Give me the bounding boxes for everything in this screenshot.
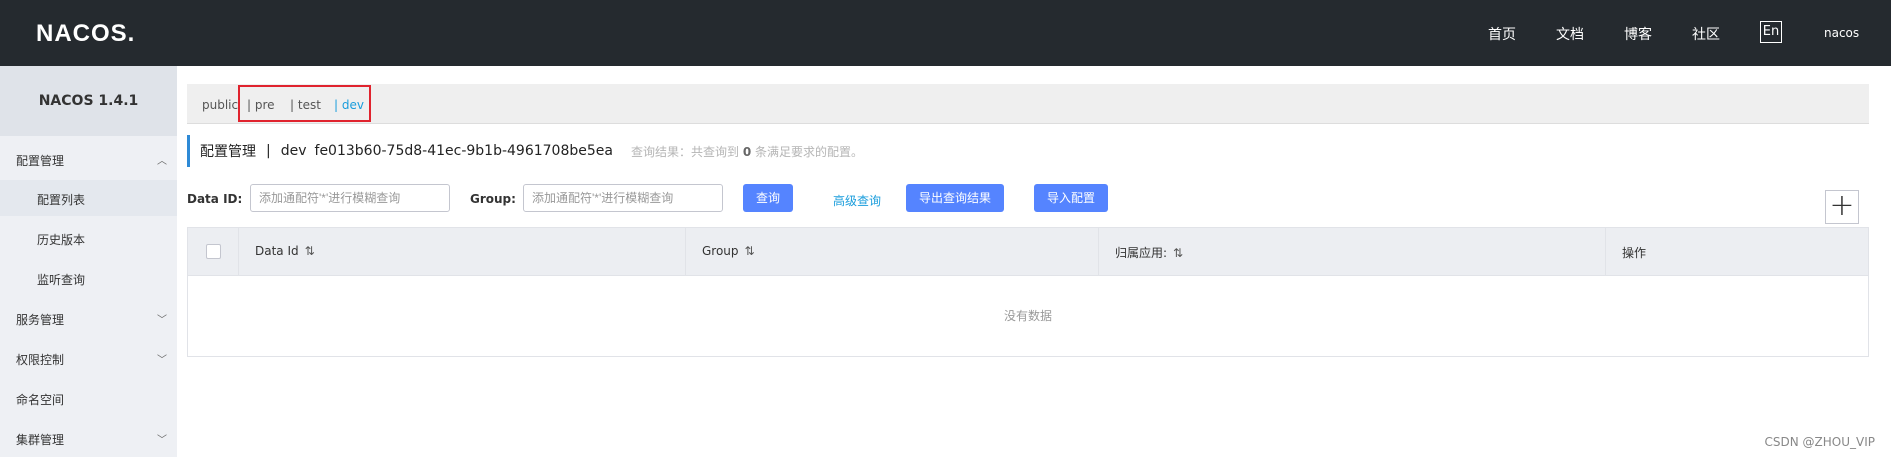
- import-config-button[interactable]: 导入配置: [1034, 184, 1108, 212]
- result-prefix: 查询结果：共查询到: [630, 144, 739, 159]
- sidebar-item-label: 历史版本: [37, 233, 86, 247]
- chevron-down-icon: ﹀: [157, 315, 167, 326]
- nav-docs[interactable]: 文档: [1556, 24, 1584, 44]
- column-app[interactable]: 归属应用: ⇅: [1099, 228, 1606, 276]
- sidebar-group-service[interactable]: 服务管理 ﹀: [0, 300, 177, 336]
- data-id-input[interactable]: [250, 184, 450, 212]
- group-label: Group:: [470, 192, 516, 206]
- chevron-down-icon: ﹀: [157, 355, 167, 366]
- sidebar-group-config[interactable]: 配置管理 ︿: [0, 141, 177, 177]
- nav-blog[interactable]: 博客: [1624, 24, 1652, 44]
- title-label: 配置管理: [200, 144, 256, 160]
- sidebar-version-title: NACOS 1.4.1: [0, 66, 177, 136]
- chevron-up-icon: ︿: [157, 156, 167, 167]
- query-button[interactable]: 查询: [743, 184, 793, 212]
- sidebar-item-namespace[interactable]: 命名空间: [0, 380, 177, 416]
- nacos-logo[interactable]: NACOS.: [36, 20, 135, 48]
- config-table: Data Id ⇅ Group ⇅ 归属应用: ⇅ 操作 没有数据: [187, 227, 1869, 357]
- column-label: 归属应用:: [1115, 246, 1168, 260]
- title-namespace: dev: [280, 143, 307, 159]
- sidebar-group-auth[interactable]: 权限控制 ﹀: [0, 340, 177, 376]
- data-id-label: Data ID:: [187, 192, 243, 206]
- title-namespace-id: fe013b60-75d8-41ec-9b1b-4961708be5ea: [314, 143, 613, 159]
- select-all-cell: [188, 228, 239, 276]
- column-group[interactable]: Group ⇅: [686, 228, 1099, 276]
- sort-icon[interactable]: ⇅: [745, 244, 755, 258]
- column-label: 操作: [1622, 246, 1647, 260]
- result-suffix: 条满足要求的配置。: [755, 144, 864, 159]
- nav-home[interactable]: 首页: [1488, 24, 1516, 44]
- title-separator: |: [266, 143, 271, 159]
- sidebar-group-label: 服务管理: [16, 313, 65, 327]
- page-title: 配置管理 | dev fe013b60-75d8-41ec-9b1b-49617…: [187, 135, 863, 167]
- column-actions: 操作: [1606, 228, 1868, 276]
- nav-community[interactable]: 社区: [1692, 24, 1720, 44]
- top-navbar: NACOS. 首页 文档 博客 社区 En nacos: [0, 0, 1891, 66]
- sidebar-group-label: 命名空间: [16, 393, 65, 407]
- sidebar-item-history[interactable]: 历史版本: [0, 220, 177, 256]
- table-header: Data Id ⇅ Group ⇅ 归属应用: ⇅ 操作: [188, 228, 1868, 276]
- sidebar-group-cluster[interactable]: 集群管理 ﹀: [0, 420, 177, 456]
- add-config-button[interactable]: +: [1825, 190, 1859, 224]
- chevron-down-icon: ﹀: [157, 435, 167, 446]
- namespace-highlight-box: [238, 85, 371, 122]
- column-label: Data Id: [255, 244, 299, 258]
- sidebar-group-label: 集群管理: [16, 433, 65, 447]
- sidebar-item-label: 监听查询: [37, 273, 86, 287]
- query-result-summary: 查询结果：共查询到 0 条满足要求的配置。: [631, 143, 863, 160]
- sidebar-item-listener[interactable]: 监听查询: [0, 260, 177, 296]
- result-count: 0: [742, 144, 752, 159]
- group-input[interactable]: [523, 184, 723, 212]
- sort-icon[interactable]: ⇅: [1173, 246, 1183, 260]
- sidebar-group-label: 权限控制: [16, 353, 65, 367]
- select-all-checkbox[interactable]: [206, 244, 221, 259]
- language-toggle[interactable]: En: [1760, 21, 1782, 43]
- namespace-public[interactable]: public: [202, 98, 238, 112]
- sort-icon[interactable]: ⇅: [305, 244, 315, 258]
- column-label: Group: [702, 244, 739, 258]
- column-data-id[interactable]: Data Id ⇅: [239, 228, 686, 276]
- sidebar-item-label: 配置列表: [37, 193, 86, 207]
- sidebar-group-label: 配置管理: [16, 154, 65, 168]
- table-empty-state: 没有数据: [1003, 309, 1052, 323]
- export-button[interactable]: 导出查询结果: [906, 184, 1004, 212]
- user-menu[interactable]: nacos: [1824, 26, 1859, 40]
- namespace-bar: public | pre | test | dev: [187, 84, 1869, 124]
- sidebar-item-config-list[interactable]: 配置列表: [0, 180, 177, 216]
- watermark: CSDN @ZHOU_VIP: [1764, 435, 1875, 449]
- advanced-query-link[interactable]: 高级查询: [833, 192, 881, 209]
